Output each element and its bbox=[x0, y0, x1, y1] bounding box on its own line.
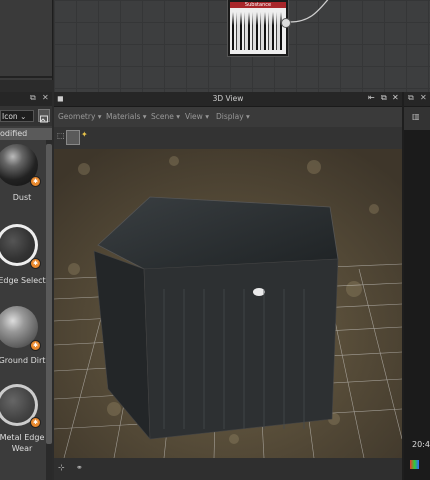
light-icon[interactable]: ✦ bbox=[81, 130, 88, 139]
library-item-dust[interactable]: ✱ Dust bbox=[0, 144, 46, 212]
item-label: Edge Select bbox=[0, 276, 46, 285]
library-titlebar: ⧉ ✕ bbox=[0, 92, 52, 107]
menu-scene[interactable]: Scene ▾ bbox=[151, 107, 180, 127]
right-panel: ⧉ ✕ ▥ 20:48 bbox=[402, 92, 430, 480]
node-thumbnail bbox=[232, 12, 284, 50]
library-item-ground-dirt[interactable]: ✱ Ground Dirt bbox=[0, 306, 46, 384]
library-item-edge-select[interactable]: ✱ Edge Select bbox=[0, 224, 46, 300]
close-icon[interactable]: ✕ bbox=[392, 93, 399, 102]
camera-icon[interactable] bbox=[66, 130, 80, 145]
view-mode-dropdown[interactable]: Icon ⌄ bbox=[0, 110, 34, 122]
close-icon[interactable]: ✕ bbox=[420, 93, 427, 102]
color-icon[interactable] bbox=[410, 460, 419, 469]
float-panel-icon[interactable]: ⧉ bbox=[30, 93, 36, 103]
right-content: 20:48 bbox=[404, 130, 430, 480]
right-titlebar: ⧉ ✕ bbox=[404, 92, 430, 107]
graph-node[interactable]: Substance bbox=[228, 0, 288, 56]
panel-title: 3D View bbox=[212, 94, 244, 103]
axes-icon[interactable]: ⊹ bbox=[58, 463, 65, 472]
3d-view-menubar: Geometry ▾ Materials ▾ Scene ▾ View ▾ Di… bbox=[54, 107, 402, 127]
library-scrollbar[interactable] bbox=[46, 140, 52, 480]
scrollbar-thumb[interactable] bbox=[46, 144, 52, 444]
section-header[interactable]: odified bbox=[0, 128, 52, 140]
menu-view[interactable]: View ▾ bbox=[185, 107, 209, 127]
3d-view-statusbar: ⊹ ⚭ bbox=[54, 458, 402, 480]
scene-render bbox=[54, 149, 402, 458]
close-icon[interactable]: ✕ bbox=[42, 93, 49, 102]
3d-view-titlebar: ◼ 3D View ⇤ ⧉ ✕ bbox=[54, 92, 402, 107]
library-option-button[interactable] bbox=[38, 109, 50, 123]
filter-badge-icon: ✱ bbox=[30, 417, 41, 428]
menu-materials[interactable]: Materials ▾ bbox=[106, 107, 147, 127]
3d-view-toolbar: ⬚ ✦ bbox=[54, 127, 402, 149]
node-output-port[interactable] bbox=[281, 18, 291, 28]
library-panel: ⧉ ✕ Icon ⌄ odified ✱ Dust ✱ Edge Select … bbox=[0, 92, 52, 480]
filter-badge-icon: ✱ bbox=[30, 176, 41, 187]
node-header: Substance bbox=[230, 2, 286, 8]
item-label: Dust bbox=[12, 193, 32, 202]
graph-side-panel bbox=[0, 0, 53, 80]
time-readout: 20:48 bbox=[412, 440, 430, 449]
menu-display[interactable]: Display ▾ bbox=[216, 107, 250, 127]
pin-icon[interactable]: ⇤ bbox=[368, 93, 375, 102]
float-panel-icon[interactable]: ⧉ bbox=[381, 93, 387, 103]
image-icon bbox=[40, 115, 48, 123]
dropdown-value: Icon bbox=[2, 112, 18, 121]
library-toolbar: Icon ⌄ bbox=[0, 106, 52, 126]
screenshot-icon[interactable]: ⬚ bbox=[57, 131, 65, 140]
filter-badge-icon: ✱ bbox=[30, 258, 41, 269]
item-label: Metal Edge Wear bbox=[0, 433, 45, 453]
panel-icon[interactable]: ▥ bbox=[412, 112, 420, 121]
item-label: Ground Dirt bbox=[0, 356, 46, 365]
3d-viewport[interactable] bbox=[54, 149, 402, 458]
menu-geometry[interactable]: Geometry ▾ bbox=[58, 107, 102, 127]
library-item-metal-edge-wear[interactable]: ✱ Metal Edge Wear bbox=[0, 384, 46, 464]
float-panel-icon[interactable]: ⧉ bbox=[408, 93, 414, 103]
link-icon[interactable]: ⚭ bbox=[76, 463, 83, 472]
filter-badge-icon: ✱ bbox=[30, 340, 41, 351]
